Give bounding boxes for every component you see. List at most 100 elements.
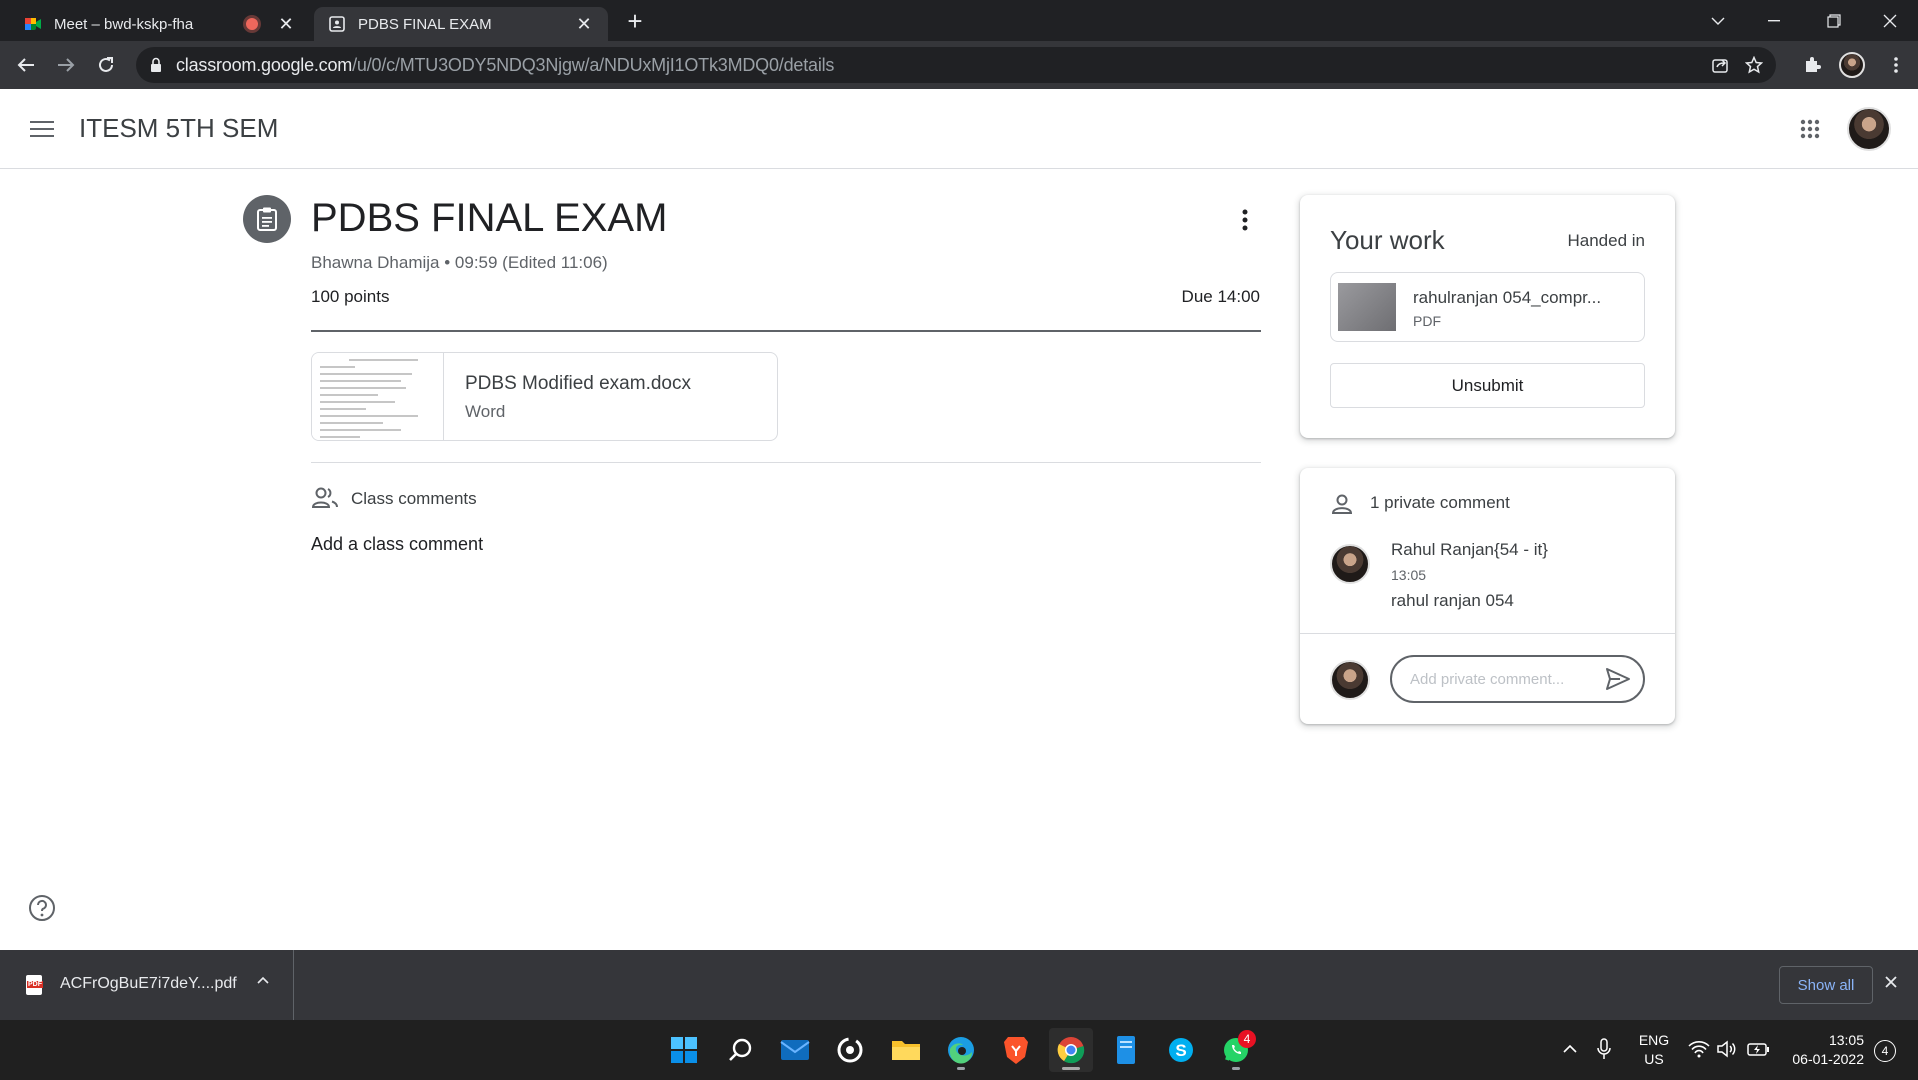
submission-status: Handed in — [1567, 231, 1645, 250]
course-title[interactable]: ITESM 5TH SEM — [79, 113, 278, 144]
back-icon[interactable] — [10, 49, 42, 81]
private-comments-card: 1 private comment Rahul Ranjan{54 - it} … — [1300, 468, 1675, 724]
running-indicator — [957, 1067, 965, 1070]
svg-text:S: S — [1175, 1041, 1186, 1060]
url-path: /u/0/c/MTU3ODY5NDQ3Njgw/a/NDUxMjI1OTk3MD… — [352, 55, 835, 75]
brave-browser-icon[interactable] — [994, 1028, 1038, 1072]
keyboard-region: US — [1644, 1051, 1664, 1067]
wifi-icon[interactable] — [1688, 1040, 1710, 1058]
your-work-card: Your work Handed in rahulranjan 054_comp… — [1300, 195, 1675, 438]
recording-indicator-icon — [246, 18, 258, 30]
unsubmit-button[interactable]: Unsubmit — [1330, 363, 1645, 408]
close-tab-icon[interactable]: ✕ — [574, 14, 594, 34]
chevron-up-icon[interactable] — [256, 975, 270, 985]
close-window-icon[interactable] — [1862, 0, 1918, 41]
language-code: ENG — [1638, 1032, 1670, 1048]
new-tab-button[interactable]: + — [620, 8, 650, 36]
mail-icon[interactable] — [773, 1028, 817, 1072]
edge-browser-icon[interactable] — [939, 1028, 983, 1072]
people-icon — [311, 487, 338, 508]
address-bar[interactable]: classroom.google.com/u/0/c/MTU3ODY5NDQ3N… — [136, 47, 1776, 83]
comment-time: 13:05 — [1391, 567, 1427, 583]
divider — [311, 330, 1261, 332]
windows-start-icon[interactable] — [662, 1028, 706, 1072]
url-text: classroom.google.com/u/0/c/MTU3ODY5NDQ3N… — [176, 55, 834, 76]
classroom-assignment-icon — [329, 16, 345, 32]
assignment-meta: Bhawna Dhamija • 09:59 (Edited 11:06) — [311, 253, 608, 272]
tab-pdbs-final-exam[interactable]: PDBS FINAL EXAM ✕ — [314, 7, 608, 41]
reload-icon[interactable] — [90, 49, 122, 81]
your-work-title: Your work — [1330, 225, 1445, 255]
assignment-title: PDBS FINAL EXAM — [311, 196, 668, 240]
assignment-points: 100 points — [311, 287, 390, 306]
running-indicator — [1232, 1067, 1240, 1070]
assignment-icon — [243, 195, 291, 243]
account-avatar[interactable] — [1847, 107, 1891, 151]
comment-text: rahul ranjan 054 — [1391, 591, 1514, 610]
chevron-up-icon[interactable] — [1562, 1044, 1578, 1054]
extensions-icon[interactable] — [1796, 49, 1828, 81]
file-name: rahulranjan 054_compr... — [1413, 288, 1602, 307]
user-avatar — [1330, 660, 1370, 700]
close-downloads-icon[interactable] — [1884, 975, 1898, 989]
file-explorer-icon[interactable] — [884, 1028, 928, 1072]
assignment-due: Due 14:00 — [1181, 287, 1260, 306]
share-icon[interactable] — [1708, 53, 1732, 77]
notepad-icon[interactable] — [1104, 1028, 1148, 1072]
private-comment-count: 1 private comment — [1370, 493, 1510, 512]
close-tab-icon[interactable]: ✕ — [276, 14, 296, 34]
minimize-icon[interactable] — [1746, 0, 1802, 41]
private-comment-field[interactable] — [1390, 655, 1645, 703]
download-item[interactable]: PDF ACFrOgBuE7i7deY....pdf — [0, 950, 294, 1020]
whatsapp-unread-badge: 4 — [1238, 1030, 1256, 1048]
clock-date: 06-01-2022 — [1792, 1051, 1864, 1067]
tab-meet[interactable]: Meet – bwd-kskp-fha ✕ — [10, 7, 310, 41]
more-options-icon[interactable] — [1230, 203, 1260, 237]
commenter-avatar — [1330, 544, 1370, 584]
show-all-button[interactable]: Show all — [1779, 966, 1873, 1004]
divider — [1300, 633, 1675, 634]
microphone-icon[interactable] — [1597, 1038, 1611, 1060]
classroom-header: ITESM 5TH SEM — [0, 89, 1918, 169]
google-meet-icon — [25, 18, 41, 30]
url-host: classroom.google.com — [176, 55, 353, 75]
attachment-card[interactable]: PDBS Modified exam.docx Word — [311, 352, 778, 441]
browser-tab-strip: Meet – bwd-kskp-fha ✕ PDBS FINAL EXAM ✕ … — [0, 0, 1918, 41]
restore-icon[interactable] — [1806, 0, 1862, 41]
clock-time: 13:05 — [1828, 1032, 1864, 1048]
bookmark-star-icon[interactable] — [1742, 53, 1766, 77]
whatsapp-icon[interactable]: 4 — [1214, 1028, 1258, 1072]
pdf-file-icon: PDF — [26, 975, 43, 995]
main-menu-icon[interactable] — [24, 111, 60, 147]
private-comment-input[interactable] — [1410, 668, 1600, 690]
google-apps-icon[interactable] — [1792, 111, 1828, 147]
skype-icon[interactable]: S — [1159, 1028, 1203, 1072]
downloads-bar: PDF ACFrOgBuE7i7deY....pdf Show all — [0, 950, 1918, 1020]
add-class-comment-button[interactable]: Add a class comment — [311, 534, 483, 555]
chrome-menu-icon[interactable] — [1880, 49, 1912, 81]
lock-icon — [151, 57, 161, 72]
file-type: PDF — [1413, 313, 1441, 329]
download-file-name: ACFrOgBuE7i7deY....pdf — [60, 975, 237, 992]
submitted-file[interactable]: rahulranjan 054_compr... PDF — [1330, 272, 1645, 342]
notification-count-badge[interactable]: 4 — [1874, 1040, 1896, 1062]
chrome-browser-icon[interactable] — [1049, 1028, 1093, 1072]
attachment-name: PDBS Modified exam.docx — [465, 373, 691, 394]
attachment-type: Word — [465, 402, 506, 421]
language-indicator[interactable]: ENG US — [1630, 1031, 1678, 1069]
divider — [311, 462, 1261, 463]
forward-icon[interactable] — [50, 49, 82, 81]
tab-search-icon[interactable] — [1690, 0, 1746, 41]
volume-icon[interactable] — [1716, 1040, 1738, 1058]
clock[interactable]: 13:05 06-01-2022 — [1780, 1031, 1864, 1069]
groove-music-icon[interactable] — [828, 1028, 872, 1072]
tab-title: PDBS FINAL EXAM — [358, 15, 492, 33]
battery-icon[interactable] — [1747, 1040, 1771, 1058]
comment-author: Rahul Ranjan{54 - it} — [1391, 540, 1548, 559]
class-comments-label: Class comments — [351, 489, 477, 508]
browser-toolbar: classroom.google.com/u/0/c/MTU3ODY5NDQ3N… — [0, 41, 1918, 89]
search-icon[interactable] — [718, 1028, 762, 1072]
help-icon[interactable] — [28, 894, 56, 922]
profile-avatar[interactable] — [1839, 52, 1865, 78]
send-icon[interactable] — [1605, 667, 1631, 691]
